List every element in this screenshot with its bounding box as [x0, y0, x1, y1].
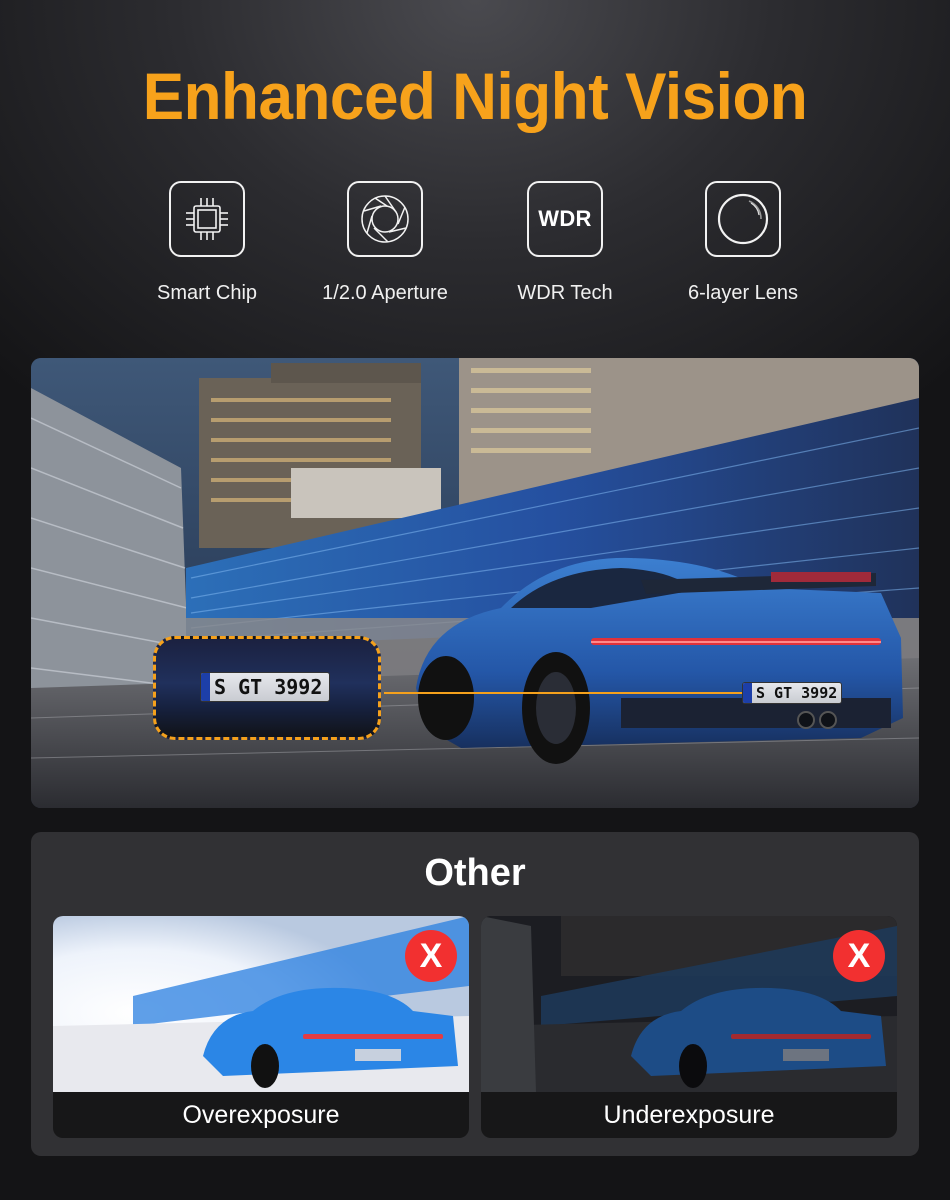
license-plate-zoomed: S GT 3992 [200, 672, 330, 702]
feature-label: 6-layer Lens [687, 282, 799, 304]
overexposure-caption: Overexposure [182, 1101, 340, 1129]
underexposure-caption: Underexposure [603, 1101, 775, 1129]
license-plate-magnifier: S GT 3992 [153, 636, 381, 740]
feature-smart-chip: Smart Chip [117, 181, 297, 305]
overexposed-photo [53, 916, 469, 1092]
plate-text: S GT 3992 [756, 684, 838, 702]
underexposure-card: X Underexposure [481, 916, 897, 1138]
lens-icon [705, 181, 781, 257]
wdr-icon: WDR [527, 181, 603, 257]
license-plate: S GT 3992 [742, 682, 842, 704]
feature-label: Smart Chip [156, 282, 258, 304]
x-icon: X [833, 930, 885, 982]
feature-label: 1/2.0 Aperture [322, 282, 448, 304]
feature-list: Smart Chip 1/2.0 Aperture WDR WDR Tech 6… [0, 181, 950, 311]
eu-band [201, 673, 210, 701]
hero-night-photo [31, 358, 919, 808]
hero-scene [31, 358, 919, 808]
overexposure-card: X Overexposure [53, 916, 469, 1138]
magnifier-connector-line [384, 692, 744, 694]
eu-band [743, 683, 752, 703]
feature-aperture: 1/2.0 Aperture [295, 181, 475, 305]
page-title: Enhanced Night Vision [142, 59, 808, 133]
feature-label: WDR Tech [517, 282, 613, 304]
feature-lens: 6-layer Lens [653, 181, 833, 305]
comparison-title: Other [424, 852, 526, 894]
chip-icon [169, 181, 245, 257]
aperture-icon [347, 181, 423, 257]
comparison-panel: Other X Overexposure X Underexposure [31, 832, 919, 1156]
feature-wdr: WDR WDR Tech [475, 181, 655, 305]
wdr-icon-text: WDR [538, 206, 592, 231]
underexposed-photo [481, 916, 897, 1092]
x-icon: X [405, 930, 457, 982]
plate-text: S GT 3992 [214, 675, 323, 699]
